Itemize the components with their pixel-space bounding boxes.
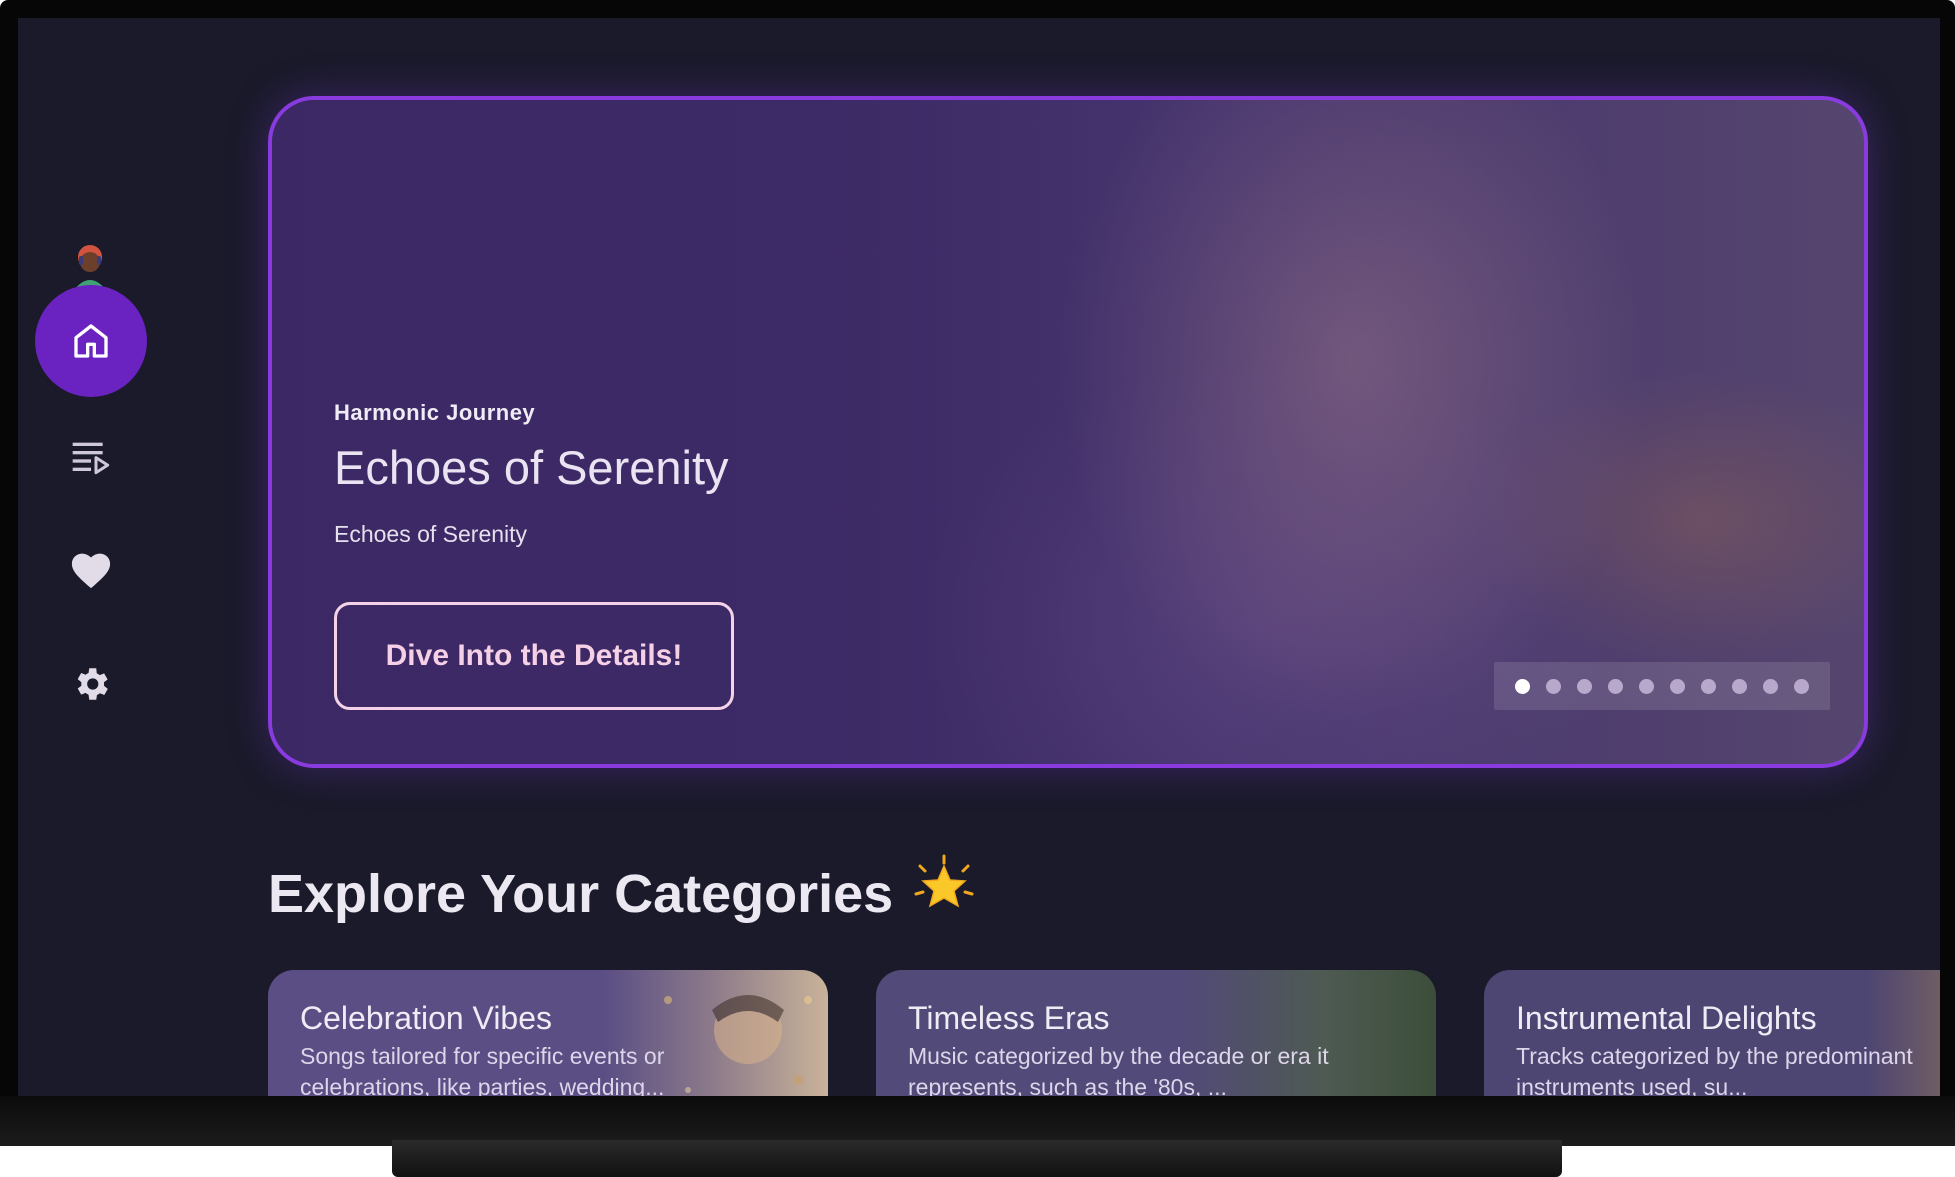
heart-icon	[71, 553, 111, 589]
carousel-dot[interactable]	[1701, 678, 1716, 694]
avatar[interactable]	[70, 242, 110, 290]
hero-title: Echoes of Serenity	[334, 441, 729, 494]
carousel-dot[interactable]	[1794, 678, 1809, 694]
screen: Harmonic Journey Echoes of Serenity Echo…	[18, 18, 1940, 1096]
details-button[interactable]: Dive Into the Details!	[334, 602, 734, 710]
star-icon	[911, 854, 977, 933]
carousel-dot[interactable]	[1763, 678, 1778, 694]
categories-heading-text: Explore Your Categories	[268, 863, 894, 924]
hero-kicker: Harmonic Journey	[334, 400, 536, 425]
home-icon	[74, 324, 108, 358]
celebration-photo	[664, 995, 812, 1093]
hero-subtitle: Echoes of Serenity	[334, 521, 528, 547]
playlist-play-icon	[72, 442, 110, 475]
sidebar-item-settings[interactable]	[35, 628, 147, 740]
sidebar-item-favorites[interactable]	[35, 514, 147, 626]
carousel-dot[interactable]	[1639, 678, 1654, 694]
carousel-dot[interactable]	[1577, 678, 1592, 694]
tv-bezel	[0, 1096, 1955, 1146]
category-description: Music categorized by the decade or era i…	[908, 1043, 1329, 1096]
category-card-eras[interactable]: Timeless Eras Music categorized by the d…	[876, 970, 1436, 1096]
sidebar-item-playlist[interactable]	[35, 400, 147, 512]
category-title: Timeless Eras	[908, 1000, 1110, 1036]
carousel-dot[interactable]	[1515, 678, 1530, 694]
carousel-pager	[1494, 662, 1830, 710]
tv-stand	[392, 1140, 1562, 1177]
carousel-dot[interactable]	[1608, 678, 1623, 694]
carousel-dot[interactable]	[1732, 678, 1747, 694]
carousel-dot[interactable]	[1546, 678, 1561, 694]
category-title: Instrumental Delights	[1516, 1000, 1817, 1036]
sidebar	[18, 18, 178, 1096]
category-card-celebration[interactable]: Celebration Vibes Songs tailored for spe…	[268, 970, 828, 1096]
hero-text: Harmonic Journey Echoes of Serenity Echo…	[334, 400, 729, 548]
categories-heading: Explore Your Categories	[268, 854, 977, 933]
hero-banner[interactable]: Harmonic Journey Echoes of Serenity Echo…	[268, 96, 1868, 768]
category-description: Tracks categorized by the predominant in…	[1516, 1043, 1913, 1096]
gear-icon	[77, 668, 108, 700]
sidebar-item-home[interactable]	[35, 285, 147, 397]
carousel-dot[interactable]	[1670, 678, 1685, 694]
category-card-instrumental[interactable]: Instrumental Delights Tracks categorized…	[1484, 970, 1940, 1096]
